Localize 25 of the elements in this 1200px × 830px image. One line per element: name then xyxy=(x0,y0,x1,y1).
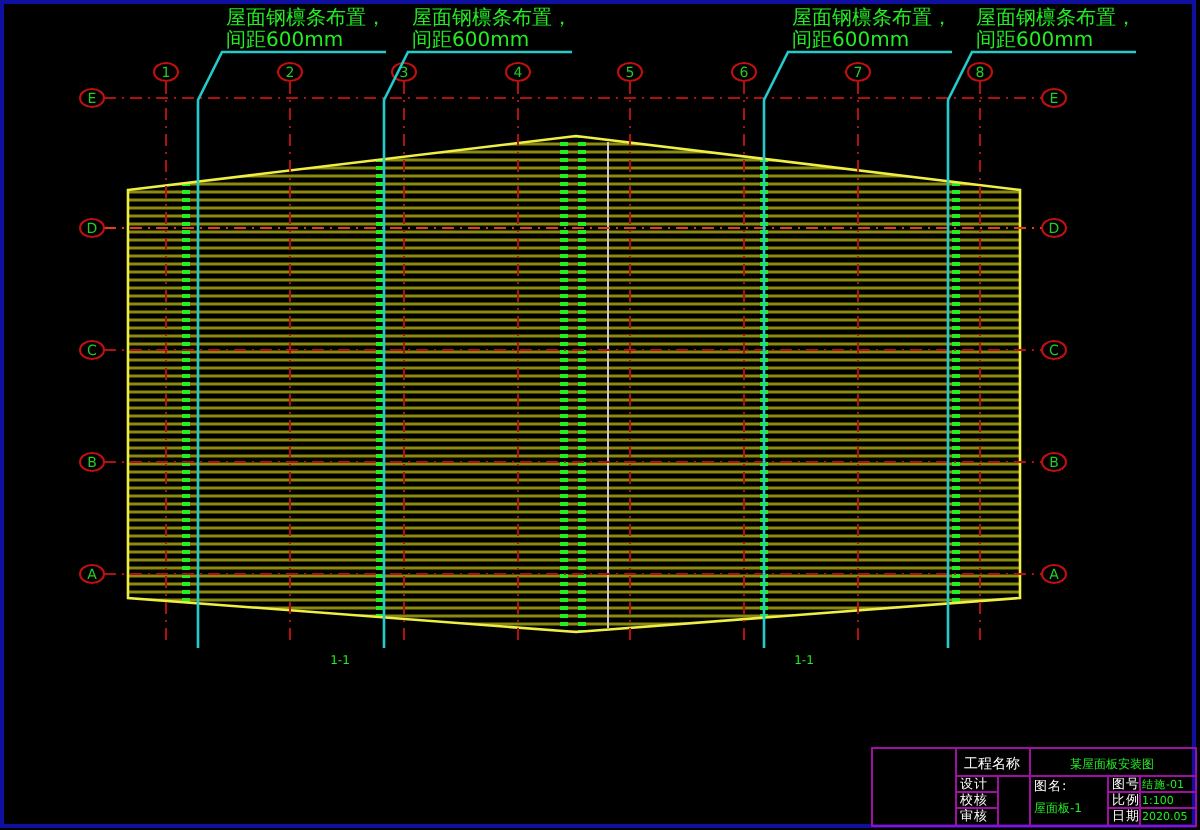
grid-bubble xyxy=(79,218,105,238)
grid-bubble xyxy=(505,62,531,82)
grid-bubble xyxy=(1041,564,1067,584)
grid-bubble xyxy=(731,62,757,82)
leader-label: 间距600mm xyxy=(792,30,910,52)
grid-bubble xyxy=(1041,340,1067,360)
grid-bubble xyxy=(153,62,179,82)
grid-bubble xyxy=(1041,452,1067,472)
grid-bubble xyxy=(1041,88,1067,108)
grid-bubble xyxy=(79,88,105,108)
grid-bubble xyxy=(79,452,105,472)
leader-label: 间距600mm xyxy=(226,30,344,52)
grid-bubble xyxy=(617,62,643,82)
grid-bubble xyxy=(845,62,871,82)
leader-label: 间距600mm xyxy=(976,30,1094,52)
leader-label: 屋面钢檩条布置， xyxy=(792,8,952,30)
grid-bubble xyxy=(1041,218,1067,238)
leader-label: 屋面钢檩条布置， xyxy=(412,8,572,30)
leader-label: 屋面钢檩条布置， xyxy=(976,8,1136,30)
grid-bubble xyxy=(79,340,105,360)
grid-bubble xyxy=(79,564,105,584)
grid-bubble xyxy=(967,62,993,82)
grid-bubble xyxy=(277,62,303,82)
leader-label: 间距600mm xyxy=(412,30,530,52)
leader-label: 屋面钢檩条布置， xyxy=(226,8,386,30)
